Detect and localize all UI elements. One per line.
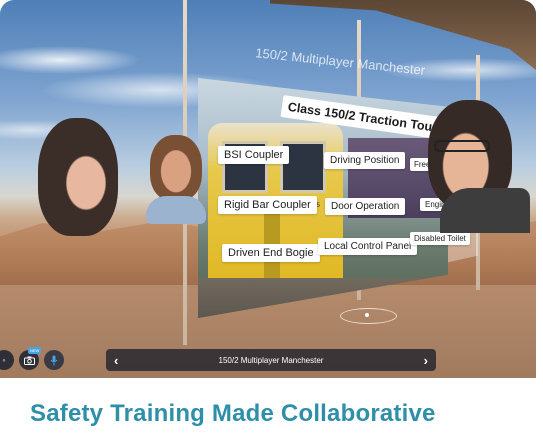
train-door: [264, 208, 280, 278]
scene-navigation-bar: ‹ 150/2 Multiplayer Manchester ›: [106, 349, 436, 371]
hotspot-local-control-panel[interactable]: Local Control Panel: [318, 238, 418, 255]
hotspot-disabled-toilet[interactable]: Disabled Toilet: [410, 232, 470, 245]
avatar-man-long-hair: [150, 135, 202, 201]
hotspot-driven-end-bogie[interactable]: Driven End Bogie: [222, 244, 320, 262]
card-heading[interactable]: Safety Training Made Collaborative: [30, 400, 436, 428]
microphone-button[interactable]: [44, 350, 64, 370]
camera-icon: [23, 356, 35, 365]
hotspot-rigid-bar-coupler[interactable]: Rigid Bar Coupler: [218, 196, 317, 214]
chevron-left-icon[interactable]: ‹: [114, 353, 118, 368]
glasses-icon: [434, 140, 490, 152]
avatar-shirt: [146, 196, 206, 224]
menu-icon: ◦: [2, 355, 6, 365]
teleport-dot: [365, 313, 369, 317]
microphone-icon: [50, 355, 58, 365]
hotspot-bsi-coupler[interactable]: BSI Coupler: [218, 146, 290, 164]
hotspot-door-operation[interactable]: Door Operation: [325, 198, 406, 215]
article-card[interactable]: 150/2 Multiplayer Manchester 175 Class 1…: [0, 0, 543, 442]
chevron-right-icon[interactable]: ›: [424, 353, 428, 368]
scene-title: 150/2 Multiplayer Manchester: [218, 355, 324, 365]
hotspot-driving-position[interactable]: Driving Position: [324, 152, 406, 169]
new-badge: NEW: [28, 347, 42, 354]
avatar-jacket: [440, 188, 530, 233]
vr-scene-image: 150/2 Multiplayer Manchester 175 Class 1…: [0, 0, 536, 378]
avatar-woman-hijab: [38, 118, 118, 236]
